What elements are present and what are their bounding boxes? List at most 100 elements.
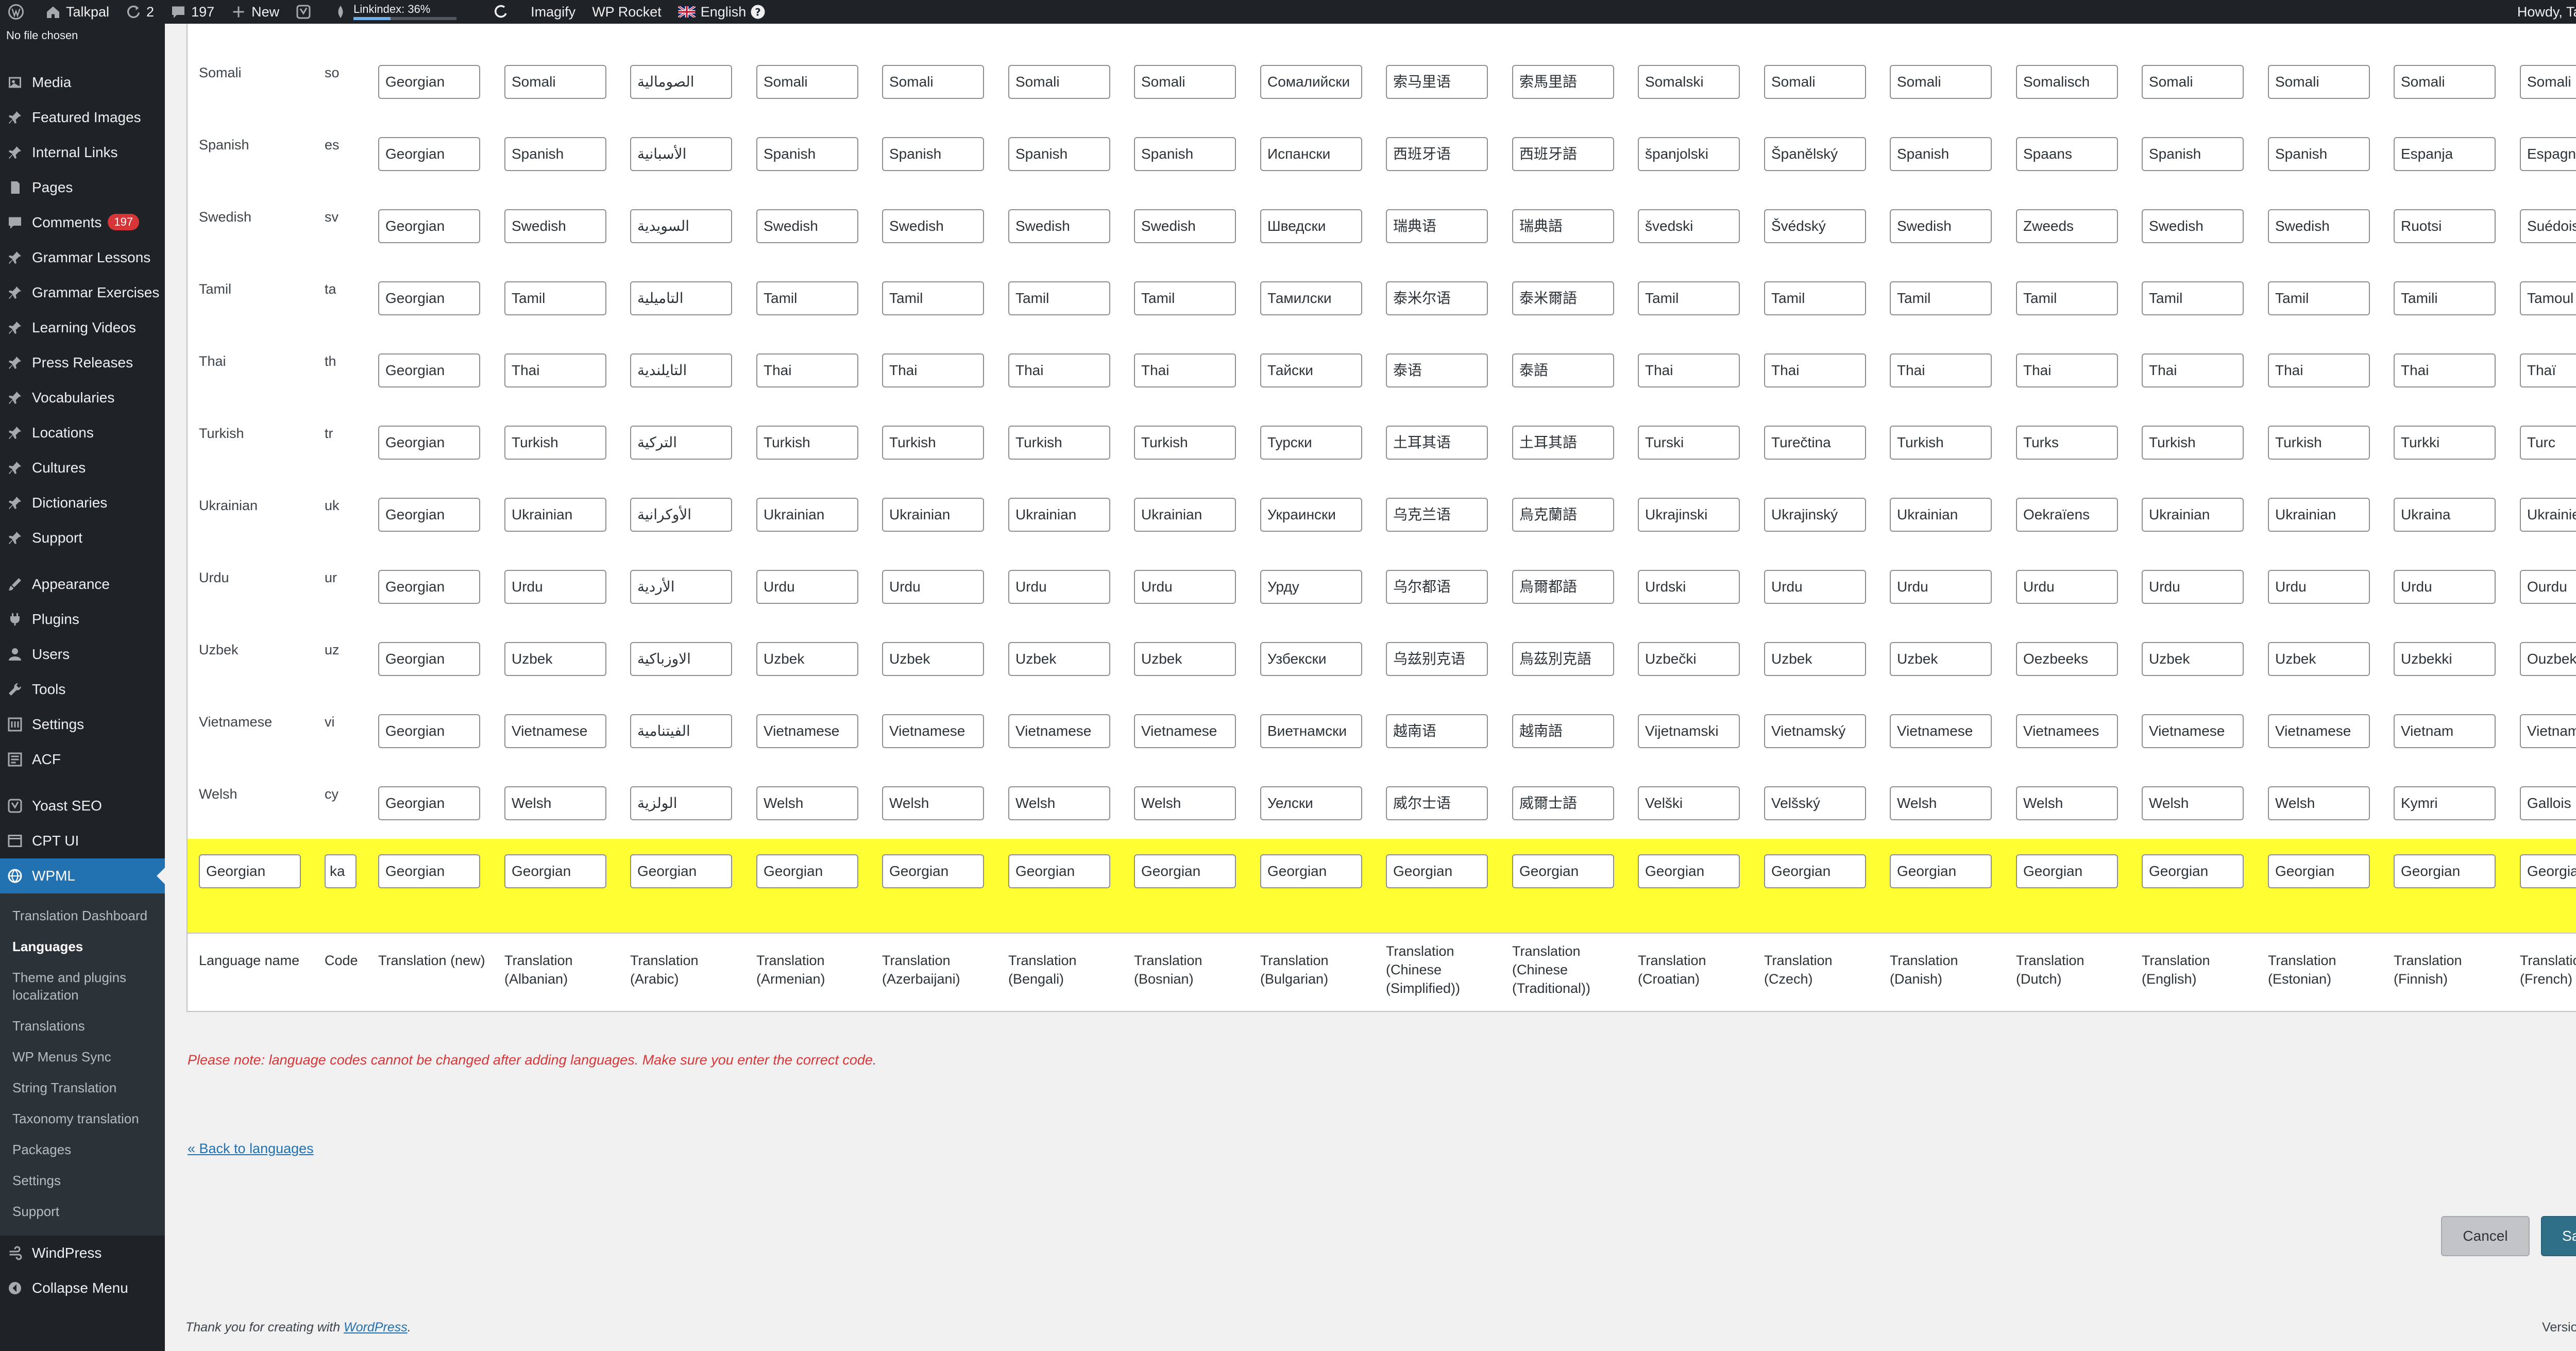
translation-input[interactable]: Ukrainian bbox=[2268, 498, 2370, 532]
translation-input[interactable]: Oekraïens bbox=[2016, 498, 2118, 532]
new-translation-input[interactable]: Georgian bbox=[2520, 854, 2576, 888]
translation-input[interactable]: Thaï bbox=[2520, 353, 2576, 387]
translation-input[interactable]: Thai bbox=[2394, 353, 2496, 387]
translation-input[interactable]: Georgian bbox=[378, 498, 480, 532]
translation-input[interactable]: Урду bbox=[1260, 570, 1362, 604]
translation-input[interactable]: Georgian bbox=[378, 426, 480, 460]
translation-input[interactable]: Somali bbox=[2520, 65, 2576, 99]
translation-input[interactable]: Urdu bbox=[504, 570, 606, 604]
translation-input[interactable]: Somali bbox=[882, 65, 984, 99]
translation-input[interactable]: Uzbek bbox=[882, 642, 984, 676]
translation-input[interactable]: Ukrainian bbox=[1008, 498, 1110, 532]
translation-input[interactable]: Spanish bbox=[756, 137, 858, 171]
translation-input[interactable]: Ukrainian bbox=[1134, 498, 1236, 532]
translation-input[interactable]: Thai bbox=[1134, 353, 1236, 387]
translation-input[interactable]: 乌克兰语 bbox=[1386, 498, 1488, 532]
translation-input[interactable]: Georgian bbox=[378, 209, 480, 243]
translation-input[interactable]: 泰語 bbox=[1512, 353, 1614, 387]
translation-input[interactable]: 泰米尔语 bbox=[1386, 281, 1488, 315]
translation-input[interactable]: Swedish bbox=[2268, 209, 2370, 243]
new-translation-input[interactable]: Georgian bbox=[630, 854, 732, 888]
wordpress-link[interactable]: WordPress bbox=[344, 1320, 408, 1335]
sidebar-item-internal-links[interactable]: Internal Links bbox=[0, 135, 165, 170]
new-translation-input[interactable]: Georgian bbox=[882, 854, 984, 888]
translation-input[interactable]: Ruotsi bbox=[2394, 209, 2496, 243]
translation-input[interactable]: Somalski bbox=[1638, 65, 1740, 99]
wordpress-logo-button[interactable] bbox=[0, 0, 37, 24]
translation-input[interactable]: Somali bbox=[2268, 65, 2370, 99]
my-account-button[interactable]: Howdy, TalkPal bbox=[2509, 0, 2576, 24]
translation-input[interactable]: التايلندية bbox=[630, 353, 732, 387]
translation-input[interactable]: Ukrainian bbox=[504, 498, 606, 532]
translation-input[interactable]: Spanish bbox=[1008, 137, 1110, 171]
translation-input[interactable]: Welsh bbox=[2142, 786, 2244, 820]
translation-input[interactable]: التاميلية bbox=[630, 281, 732, 315]
save-button[interactable]: Save bbox=[2541, 1216, 2576, 1256]
new-translation-input[interactable]: Georgian bbox=[1260, 854, 1362, 888]
translation-input[interactable]: 索馬里語 bbox=[1512, 65, 1614, 99]
translation-input[interactable]: Urdski bbox=[1638, 570, 1740, 604]
translation-input[interactable]: Urdu bbox=[2268, 570, 2370, 604]
sidebar-item-media[interactable]: Media bbox=[0, 65, 165, 100]
translation-input[interactable]: Турски bbox=[1260, 426, 1362, 460]
translation-input[interactable]: Thai bbox=[2268, 353, 2370, 387]
translation-input[interactable]: السويدية bbox=[630, 209, 732, 243]
new-content-button[interactable]: New bbox=[223, 0, 287, 24]
translation-input[interactable]: Welsh bbox=[504, 786, 606, 820]
translation-input[interactable]: Urdu bbox=[882, 570, 984, 604]
sidebar-item-windpress[interactable]: WindPress bbox=[0, 1236, 165, 1271]
translation-input[interactable]: Turkish bbox=[1890, 426, 1992, 460]
translation-input[interactable]: Somali bbox=[756, 65, 858, 99]
translation-input[interactable]: Vietnamský bbox=[1764, 714, 1866, 748]
translation-input[interactable]: Swedish bbox=[504, 209, 606, 243]
translation-input[interactable]: Urdu bbox=[1134, 570, 1236, 604]
sidebar-item-plugins[interactable]: Plugins bbox=[0, 602, 165, 637]
translation-input[interactable]: Welsh bbox=[882, 786, 984, 820]
translation-input[interactable]: الأوكرانية bbox=[630, 498, 732, 532]
translation-input[interactable]: Tamil bbox=[2142, 281, 2244, 315]
updates-button[interactable]: 2 bbox=[117, 0, 162, 24]
cancel-button[interactable]: Cancel bbox=[2441, 1216, 2530, 1256]
translation-input[interactable]: الصومالية bbox=[630, 65, 732, 99]
new-translation-input[interactable]: Georgian bbox=[1512, 854, 1614, 888]
sidebar-item-vocabularies[interactable]: Vocabularies bbox=[0, 380, 165, 415]
back-to-languages-link[interactable]: « Back to languages bbox=[188, 1141, 314, 1157]
translation-input[interactable]: Ukrajinski bbox=[1638, 498, 1740, 532]
imagify-menu[interactable]: Imagify bbox=[522, 0, 584, 24]
submenu-item-wp-menus-sync[interactable]: WP Menus Sync bbox=[0, 1042, 165, 1073]
translation-input[interactable]: Thai bbox=[2016, 353, 2118, 387]
translation-input[interactable]: التركية bbox=[630, 426, 732, 460]
translation-input[interactable]: Tamoul bbox=[2520, 281, 2576, 315]
translation-input[interactable]: 西班牙語 bbox=[1512, 137, 1614, 171]
translation-input[interactable]: Swedish bbox=[1134, 209, 1236, 243]
submenu-item-taxonomy-translation[interactable]: Taxonomy translation bbox=[0, 1104, 165, 1135]
translation-input[interactable]: 土耳其語 bbox=[1512, 426, 1614, 460]
translation-input[interactable]: Ukrainian bbox=[882, 498, 984, 532]
new-translation-input[interactable]: Georgian bbox=[504, 854, 606, 888]
translation-input[interactable]: Tamil bbox=[504, 281, 606, 315]
translation-input[interactable]: Urdu bbox=[2142, 570, 2244, 604]
translation-input[interactable]: Turkki bbox=[2394, 426, 2496, 460]
translation-input[interactable]: Urdu bbox=[756, 570, 858, 604]
translation-input[interactable]: 乌兹别克语 bbox=[1386, 642, 1488, 676]
translation-input[interactable]: Сомалийски bbox=[1260, 65, 1362, 99]
translation-input[interactable]: Ukrainien bbox=[2520, 498, 2576, 532]
translation-input[interactable]: Turečtina bbox=[1764, 426, 1866, 460]
translation-input[interactable]: Turkish bbox=[2268, 426, 2370, 460]
sidebar-item-grammar-exercises[interactable]: Grammar Exercises bbox=[0, 275, 165, 310]
translation-input[interactable]: Узбекски bbox=[1260, 642, 1362, 676]
new-language-name-input[interactable]: Georgian bbox=[199, 854, 301, 888]
sidebar-item-grammar-lessons[interactable]: Grammar Lessons bbox=[0, 240, 165, 275]
translation-input[interactable]: الأردية bbox=[630, 570, 732, 604]
translation-input[interactable]: Spanish bbox=[1890, 137, 1992, 171]
translation-input[interactable]: Thai bbox=[756, 353, 858, 387]
translation-input[interactable]: Thai bbox=[1008, 353, 1110, 387]
translation-input[interactable]: 越南语 bbox=[1386, 714, 1488, 748]
translation-input[interactable]: Suédois bbox=[2520, 209, 2576, 243]
translation-input[interactable]: 烏克蘭語 bbox=[1512, 498, 1614, 532]
translation-input[interactable]: Španělský bbox=[1764, 137, 1866, 171]
translation-input[interactable]: 土耳其语 bbox=[1386, 426, 1488, 460]
submenu-item-translations[interactable]: Translations bbox=[0, 1011, 165, 1042]
translation-input[interactable]: Uzbek bbox=[2268, 642, 2370, 676]
submenu-item-theme-and-plugins-localization[interactable]: Theme and plugins localization bbox=[0, 962, 165, 1011]
